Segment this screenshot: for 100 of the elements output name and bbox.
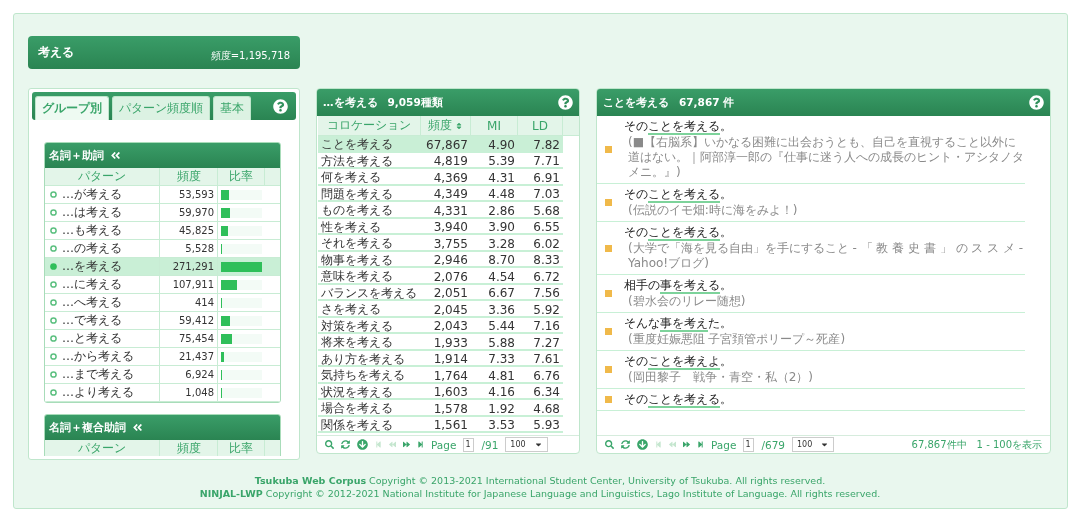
- table-cell-text: 5.88: [487, 334, 516, 351]
- table-row[interactable]: 気持ちを考える 1,764 4.81 6.76: [318, 367, 563, 384]
- table-cell-text: 5.44: [487, 318, 516, 335]
- last-page-icon: [697, 441, 704, 448]
- pattern-text: …へ考える: [62, 294, 122, 311]
- table-row[interactable]: …より考える 1,048: [45, 384, 280, 402]
- table-cell-text: 5.93: [532, 417, 561, 434]
- table-cell-text: 3.28: [487, 235, 516, 252]
- table-cell-text: 4.90: [487, 136, 516, 153]
- page-input[interactable]: 1: [463, 437, 475, 452]
- page-size-select[interactable]: 100: [792, 437, 835, 452]
- next-button[interactable]: [683, 441, 690, 448]
- table-row[interactable]: ものを考える 4,331 2.86 5.68: [318, 202, 563, 219]
- next-button[interactable]: [403, 441, 410, 448]
- table-cell: 21,437: [160, 348, 218, 365]
- table-cell: 5,528: [160, 240, 218, 257]
- help-icon[interactable]: [1029, 95, 1044, 110]
- page-label: Page: [431, 438, 457, 451]
- table-row[interactable]: …まで考える 6,924: [45, 366, 280, 384]
- table-cell-text: 3,755: [432, 235, 469, 252]
- table-row[interactable]: …へ考える 414: [45, 294, 280, 312]
- download-button[interactable]: [357, 439, 368, 450]
- headword-frequency: 頻度=1,195,718: [210, 48, 290, 63]
- pattern-text: …に考える: [62, 276, 122, 293]
- download-button[interactable]: [637, 439, 648, 450]
- help-icon[interactable]: [273, 98, 288, 114]
- table-cell-text: 1,764: [432, 367, 469, 384]
- marker-icon: [605, 366, 612, 373]
- marker-icon: [605, 146, 612, 153]
- table-cell-text: 性を考える: [320, 218, 382, 236]
- page-label: Page: [711, 438, 737, 451]
- table-row[interactable]: 何を考える 4,369 4.31 6.91: [318, 169, 563, 186]
- table-row[interactable]: …は考える 59,970: [45, 204, 280, 222]
- table-cell-text: 1,914: [432, 351, 469, 368]
- table-cell-text: 関係を考える: [320, 416, 394, 434]
- table-cell-text: 6.02: [532, 235, 561, 252]
- search-button[interactable]: [325, 440, 334, 449]
- table-row[interactable]: 場合を考える 1,578 1.92 4.68: [318, 400, 563, 417]
- bullet-icon: [50, 263, 57, 270]
- table-cell-text: 場合を考える: [320, 400, 394, 417]
- table-cell-text: 意味を考える: [320, 268, 394, 285]
- table-row[interactable]: …で考える 59,412: [45, 312, 280, 330]
- table-cell-text: 4.54: [487, 268, 516, 285]
- table-cell-text: 6.55: [532, 219, 561, 236]
- table-cell-text: 6.76: [532, 367, 561, 384]
- page-size-select[interactable]: 100: [505, 437, 548, 452]
- example-sentence: 相手の事を考える。: [624, 278, 733, 293]
- table-row[interactable]: …と考える 75,454: [45, 330, 280, 348]
- table-cell-text: 4,819: [432, 153, 469, 170]
- next-page-icon: [683, 441, 690, 448]
- refresh-button[interactable]: [341, 440, 350, 449]
- table-cell-text: 7.03: [532, 186, 561, 203]
- table-row[interactable]: 将来を考える 1,933 5.88 7.27: [318, 334, 563, 351]
- table-row[interactable]: さを考える 2,045 3.36 5.92: [318, 301, 563, 318]
- table-cell-text: 7.56: [532, 285, 561, 302]
- table-cell-text: 67,867: [425, 136, 469, 153]
- table-cell-text: 1,933: [432, 334, 469, 351]
- last-page-icon: [417, 441, 424, 448]
- table-row[interactable]: …に考える 107,911: [45, 276, 280, 294]
- table-cell-text: 4,369: [432, 169, 469, 186]
- page-input[interactable]: 1: [743, 437, 755, 452]
- last-button[interactable]: [697, 441, 704, 448]
- marker-icon: [605, 244, 612, 252]
- bullet-icon: [50, 227, 57, 234]
- panel-title: ことを考える: [603, 95, 669, 110]
- table-row[interactable]: それを考える 3,755 3.28 6.02: [318, 235, 563, 252]
- download-icon: [637, 439, 648, 450]
- page-total: /91: [481, 438, 499, 451]
- table-cell: 6,924: [160, 366, 218, 383]
- table-row[interactable]: ことを考える 67,867 4.90 7.82: [318, 136, 563, 153]
- table-cell-text: それを考える: [320, 235, 394, 252]
- table-row[interactable]: …も考える 45,825: [45, 222, 280, 240]
- table-row[interactable]: …が考える 53,593: [45, 186, 280, 204]
- bullet-icon: [50, 299, 57, 306]
- table-row[interactable]: …の考える 5,528: [45, 240, 280, 258]
- pattern-text: …が考える: [62, 186, 122, 203]
- collapse-icon[interactable]: [110, 150, 121, 161]
- table-cell: 53,593: [160, 186, 218, 203]
- table-cell-text: 状況を考える: [320, 383, 394, 401]
- table-row[interactable]: …を考える 271,291: [45, 258, 280, 276]
- table-row[interactable]: 意味を考える 2,076 4.54 6.72: [318, 268, 563, 285]
- table-cell: 107,911: [160, 276, 218, 293]
- table-cell-text: 2,051: [432, 285, 469, 302]
- marker-icon: [605, 396, 612, 403]
- collapse-icon[interactable]: [132, 422, 143, 433]
- table-row[interactable]: …から考える 21,437: [45, 348, 280, 366]
- table-cell-text: 6.67: [487, 285, 516, 302]
- search-button[interactable]: [605, 440, 614, 449]
- refresh-button[interactable]: [621, 440, 630, 449]
- bullet-icon: [50, 281, 57, 288]
- refresh-icon: [341, 440, 350, 449]
- table-cell-text: 3.90: [487, 219, 516, 236]
- last-button[interactable]: [417, 441, 424, 448]
- bullet-icon: [50, 191, 57, 198]
- table-cell-text: 2.86: [487, 202, 516, 219]
- table-cell-text: 2,045: [432, 301, 469, 318]
- bullet-icon: [50, 317, 57, 324]
- help-icon[interactable]: [558, 95, 573, 110]
- bullet-icon: [50, 245, 57, 252]
- group-title: 名詞＋助詞: [49, 148, 104, 163]
